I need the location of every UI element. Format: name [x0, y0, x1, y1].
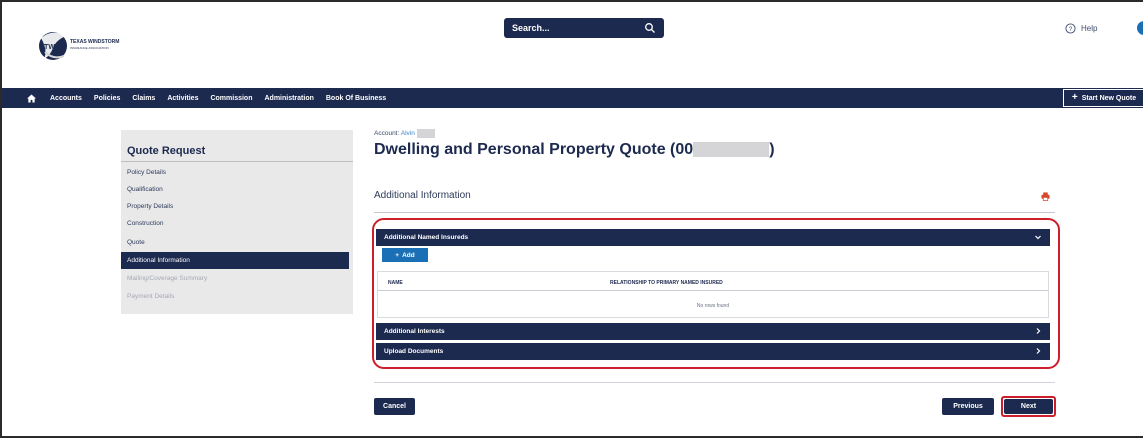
- sidebar-item-policy-details[interactable]: Policy Details: [121, 164, 347, 181]
- sidebar-item-quote[interactable]: Quote: [121, 234, 347, 251]
- twia-logo[interactable]: TWIA TEXAS WINDSTORM INSURANCE ASSOCIATI…: [36, 26, 136, 66]
- chevron-down-icon: [1035, 235, 1041, 240]
- sidebar-divider: [121, 161, 353, 162]
- user-avatar[interactable]: [1137, 21, 1143, 35]
- nav-accounts[interactable]: Accounts: [50, 95, 82, 102]
- table-header-divider: [378, 290, 1048, 291]
- sidebar-item-construction[interactable]: Construction: [121, 215, 347, 232]
- previous-button[interactable]: Previous: [942, 398, 994, 415]
- nav-administration[interactable]: Administration: [264, 95, 313, 102]
- page-title-prefix: Dwelling and Personal Property Quote (00: [374, 141, 694, 158]
- nav-claims[interactable]: Claims: [132, 95, 155, 102]
- search-bar: [504, 18, 664, 38]
- quote-request-sidebar: Quote Request Policy Details Qualificati…: [121, 130, 353, 314]
- logo-text: TEXAS WINDSTORM: [70, 39, 119, 45]
- redacted-quote-number: [693, 142, 770, 158]
- help-link[interactable]: ? Help: [1065, 23, 1097, 34]
- panel-additional-named-insureds[interactable]: Additional Named Insureds: [376, 229, 1050, 246]
- redacted-account-name: [416, 129, 435, 138]
- sidebar-item-qualification[interactable]: Qualification: [121, 181, 347, 198]
- logo-mark: TWIA: [44, 44, 62, 51]
- nav-book-of-business[interactable]: Book Of Business: [326, 95, 386, 102]
- start-new-quote-button[interactable]: + Start New Quote: [1063, 89, 1143, 107]
- nav-activities[interactable]: Activities: [167, 95, 198, 102]
- panel-additional-interests[interactable]: Additional Interests: [376, 323, 1050, 340]
- search-input[interactable]: [512, 23, 644, 33]
- help-label: Help: [1081, 24, 1098, 33]
- add-named-insured-button[interactable]: + Add: [382, 248, 428, 262]
- section-divider: [374, 212, 1055, 213]
- question-circle-icon: ?: [1065, 23, 1076, 34]
- account-label: Account:: [374, 130, 400, 138]
- panel-title-documents: Upload Documents: [384, 348, 444, 355]
- table-empty-message: No rows found: [696, 303, 730, 309]
- panel-upload-documents[interactable]: Upload Documents: [376, 343, 1050, 360]
- print-icon[interactable]: [1041, 192, 1050, 201]
- footer-divider: [374, 382, 1055, 383]
- nav-commission[interactable]: Commission: [210, 95, 252, 102]
- plus-icon: +: [1071, 92, 1078, 103]
- app-frame: TWIA TEXAS WINDSTORM INSURANCE ASSOCIATI…: [0, 0, 1143, 438]
- home-icon[interactable]: [27, 93, 36, 103]
- top-header: TWIA TEXAS WINDSTORM INSURANCE ASSOCIATI…: [2, 2, 1143, 88]
- logo-subtext: INSURANCE ASSOCIATION: [70, 46, 109, 50]
- svg-text:?: ?: [1069, 26, 1073, 33]
- column-header-relationship[interactable]: RELATIONSHIP TO PRIMARY NAMED INSURED: [610, 280, 723, 286]
- next-highlight-outline: [1001, 396, 1056, 417]
- page-title: Dwelling and Personal Property Quote (00…: [374, 141, 775, 159]
- sidebar-item-mailing-coverage-summary: Mailing/Coverage Summary: [127, 275, 208, 282]
- chevron-right-icon: [1036, 348, 1041, 354]
- account-line: Account: Alvin: [374, 129, 435, 138]
- sidebar-item-payment-details: Payment Details: [127, 293, 175, 300]
- cancel-button[interactable]: Cancel: [374, 398, 415, 415]
- search-icon[interactable]: [644, 22, 656, 34]
- sidebar-item-property-details[interactable]: Property Details: [121, 198, 347, 215]
- sidebar-item-additional-information[interactable]: Additional Information: [121, 252, 349, 269]
- panel-title-interests: Additional Interests: [384, 328, 445, 335]
- nav-policies[interactable]: Policies: [94, 95, 120, 102]
- page-title-suffix: ): [769, 141, 775, 158]
- panel-title-named-insureds: Additional Named Insureds: [384, 234, 469, 241]
- plus-icon: +: [395, 251, 400, 259]
- sidebar-title: Quote Request: [127, 145, 206, 157]
- main-nav: Accounts Policies Claims Activities Comm…: [2, 88, 1143, 108]
- chevron-right-icon: [1036, 328, 1041, 334]
- column-header-name[interactable]: NAME: [388, 280, 403, 286]
- start-new-quote-label: Start New Quote: [1081, 94, 1137, 102]
- account-name-link[interactable]: Alvin: [401, 130, 415, 137]
- section-title: Additional Information: [374, 190, 471, 201]
- add-label: Add: [402, 251, 415, 259]
- named-insureds-table: NAME RELATIONSHIP TO PRIMARY NAMED INSUR…: [377, 271, 1049, 318]
